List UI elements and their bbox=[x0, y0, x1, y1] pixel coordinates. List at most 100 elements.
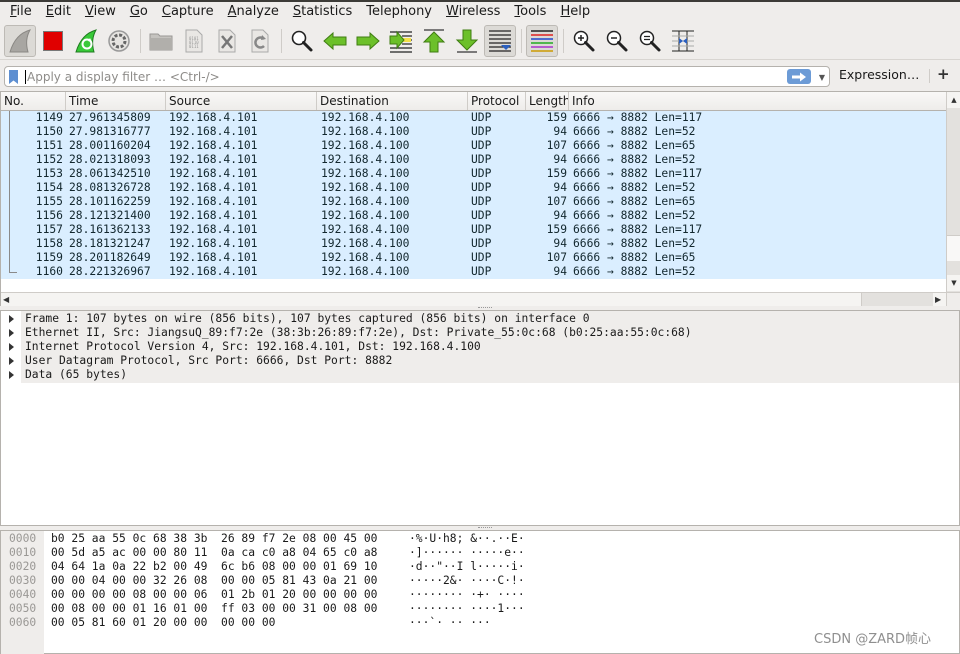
packet-row[interactable]: 1155 28.101162259 192.168.4.101 192.168.4.1… bbox=[1, 195, 946, 209]
bytes-ascii[interactable]: ···`· ·· ··· bbox=[409, 616, 491, 630]
menu-capture[interactable]: Capture bbox=[155, 3, 221, 21]
splitter-grip[interactable] bbox=[478, 527, 492, 528]
details-tree-item[interactable]: Frame 1: 107 bytes on wire (856 bits), 1… bbox=[1, 312, 960, 326]
packet-row[interactable]: 1160 28.221326967 192.168.4.101 192.168.4.1… bbox=[1, 265, 946, 279]
save-file-button[interactable]: 0101 0110 0111 bbox=[178, 25, 210, 57]
details-tree-item[interactable]: Ethernet II, Src: JiangsuQ_89:f7:2e (38:… bbox=[1, 326, 960, 340]
filter-history-dropdown[interactable]: ▼ bbox=[817, 70, 827, 84]
folder-icon bbox=[149, 33, 173, 50]
column-header-length[interactable]: Length bbox=[526, 92, 569, 110]
menu-tools[interactable]: Tools bbox=[507, 3, 553, 21]
menu-view[interactable]: View bbox=[78, 3, 123, 21]
expand-arrow-icon[interactable] bbox=[9, 357, 14, 365]
go-forward-button[interactable] bbox=[352, 25, 384, 57]
column-header-no[interactable]: No. bbox=[1, 92, 66, 110]
menu-statistics[interactable]: Statistics bbox=[286, 3, 359, 21]
bytes-ascii[interactable]: ·d··"··I l·····i· bbox=[409, 560, 525, 574]
details-item-label: Frame 1: 107 bytes on wire (856 bits), 1… bbox=[25, 312, 590, 325]
details-tree-item[interactable]: Data (65 bytes) bbox=[1, 368, 960, 382]
packet-row[interactable]: 1156 28.121321400 192.168.4.101 192.168.4.1… bbox=[1, 209, 946, 223]
start-capture-button[interactable] bbox=[4, 24, 36, 57]
bytes-hex[interactable]: 00 00 04 00 00 32 26 08 00 00 05 81 43 0… bbox=[51, 574, 377, 588]
last-packet-button[interactable] bbox=[451, 25, 483, 57]
packet-cell-info: 6666 → 8882 Len=117 bbox=[573, 111, 703, 124]
menu-file[interactable]: File bbox=[3, 3, 39, 21]
packet-row[interactable]: 1152 28.021318093 192.168.4.101 192.168.4.1… bbox=[1, 153, 946, 167]
expand-arrow-icon[interactable] bbox=[9, 329, 14, 337]
capture-options-button[interactable] bbox=[103, 25, 135, 57]
column-header-protocol[interactable]: Protocol bbox=[468, 92, 526, 110]
bytes-offset: 0000 bbox=[9, 532, 37, 545]
details-item-label: User Datagram Protocol, Src Port: 6666, … bbox=[25, 354, 393, 367]
normal-size-button[interactable] bbox=[634, 25, 666, 57]
expand-arrow-icon[interactable] bbox=[9, 371, 14, 379]
zoom-out-button[interactable] bbox=[601, 25, 633, 57]
details-tree-item[interactable]: Internet Protocol Version 4, Src: 192.16… bbox=[1, 340, 960, 354]
column-header-time[interactable]: Time bbox=[66, 92, 166, 110]
stop-capture-button[interactable] bbox=[37, 25, 69, 57]
bytes-row: 0050 00 08 00 00 01 16 01 00 ff 03 00 00 … bbox=[1, 602, 901, 616]
restart-capture-button[interactable] bbox=[70, 25, 102, 57]
bytes-hex[interactable]: 00 05 81 60 01 20 00 00 00 00 00 bbox=[51, 616, 275, 630]
scroll-up-arrow-icon[interactable]: ▲ bbox=[947, 92, 960, 108]
expand-arrow-icon[interactable] bbox=[9, 343, 14, 351]
packet-row[interactable]: 1154 28.081326728 192.168.4.101 192.168.4.1… bbox=[1, 181, 946, 195]
autoscroll-button[interactable] bbox=[484, 24, 516, 57]
scroll-right-arrow-icon[interactable]: ▶ bbox=[935, 293, 941, 306]
packet-list-horizontal-scrollbar[interactable]: ◀ ▶ bbox=[1, 292, 960, 306]
packet-cell-src: 192.168.4.101 bbox=[169, 111, 258, 124]
expand-arrow-icon[interactable] bbox=[9, 315, 14, 323]
close-file-button[interactable] bbox=[211, 25, 243, 57]
bytes-ascii[interactable]: ·····2&· ····C·!· bbox=[409, 574, 525, 588]
expression-button[interactable]: Expression… bbox=[839, 67, 919, 82]
zoom-in-button[interactable] bbox=[568, 25, 600, 57]
bytes-hex[interactable]: 00 08 00 00 01 16 01 00 ff 03 00 00 31 0… bbox=[51, 602, 377, 616]
packet-row[interactable]: 1158 28.181321247 192.168.4.101 192.168.4.1… bbox=[1, 237, 946, 251]
menu-edit[interactable]: Edit bbox=[39, 3, 78, 21]
column-header-info[interactable]: Info bbox=[569, 92, 946, 110]
scroll-down-arrow-icon[interactable]: ▼ bbox=[947, 275, 960, 291]
menu-go[interactable]: Go bbox=[123, 3, 155, 21]
splitter-grip[interactable] bbox=[478, 307, 492, 308]
add-filter-button[interactable]: + bbox=[937, 65, 950, 83]
resize-columns-button[interactable] bbox=[667, 25, 699, 57]
scrollbar-thumb[interactable] bbox=[861, 293, 933, 306]
bytes-hex[interactable]: b0 25 aa 55 0c 68 38 3b 26 89 f7 2e 08 0… bbox=[51, 532, 377, 546]
colorize-button[interactable] bbox=[526, 24, 558, 57]
packet-row[interactable]: 1149 27.961345809 192.168.4.101 192.168.4.1… bbox=[1, 111, 946, 125]
go-to-packet-button[interactable] bbox=[385, 25, 417, 57]
first-packet-button[interactable] bbox=[418, 25, 450, 57]
scrollbar-thumb[interactable] bbox=[947, 235, 960, 261]
packet-row[interactable]: 1153 28.061342510 192.168.4.101 192.168.4.1… bbox=[1, 167, 946, 181]
find-packet-button[interactable] bbox=[286, 25, 318, 57]
scroll-left-arrow-icon[interactable]: ◀ bbox=[3, 293, 9, 306]
menu-telephony[interactable]: Telephony bbox=[359, 3, 439, 21]
column-header-destination[interactable]: Destination bbox=[317, 92, 468, 110]
packet-cell-no: 1156 bbox=[35, 209, 63, 222]
menu-wireless[interactable]: Wireless bbox=[439, 3, 507, 21]
reload-file-button[interactable] bbox=[244, 25, 276, 57]
bytes-hex[interactable]: 00 00 00 00 08 00 00 06 01 2b 01 20 00 0… bbox=[51, 588, 377, 602]
menu-help[interactable]: Help bbox=[553, 3, 597, 21]
packet-row[interactable]: 1150 27.981316777 192.168.4.101 192.168.4.1… bbox=[1, 125, 946, 139]
apply-filter-button[interactable] bbox=[787, 69, 811, 84]
bytes-ascii[interactable]: ········ ····1··· bbox=[409, 602, 525, 616]
display-filter-input[interactable] bbox=[27, 68, 777, 85]
details-tree-item[interactable]: User Datagram Protocol, Src Port: 6666, … bbox=[1, 354, 960, 368]
go-back-button[interactable] bbox=[319, 25, 351, 57]
bytes-hex[interactable]: 00 5d a5 ac 00 00 80 11 0a ca c0 a8 04 6… bbox=[51, 546, 377, 560]
packet-row[interactable]: 1151 28.001160204 192.168.4.101 192.168.4.1… bbox=[1, 139, 946, 153]
packet-cell-time: 28.021318093 bbox=[69, 153, 151, 166]
bytes-ascii[interactable]: ········ ·+· ···· bbox=[409, 588, 525, 602]
display-filter-field[interactable]: ▼ bbox=[4, 66, 830, 87]
packet-row[interactable]: 1157 28.161362133 192.168.4.101 192.168.4.1… bbox=[1, 223, 946, 237]
menu-analyze[interactable]: Analyze bbox=[221, 3, 286, 21]
bytes-ascii[interactable]: ·]······ ·····e·· bbox=[409, 546, 525, 560]
packet-list-vertical-scrollbar[interactable]: ▲ ▼ bbox=[946, 92, 960, 292]
bytes-ascii[interactable]: ·%·U·h8; &··.··E· bbox=[409, 532, 525, 546]
open-file-button[interactable] bbox=[145, 25, 177, 57]
bytes-hex[interactable]: 04 64 1a 0a 22 b2 00 49 6c b6 08 00 00 0… bbox=[51, 560, 377, 574]
bookmark-icon[interactable] bbox=[9, 70, 18, 84]
packet-row[interactable]: 1159 28.201182649 192.168.4.101 192.168.4.1… bbox=[1, 251, 946, 265]
column-header-source[interactable]: Source bbox=[166, 92, 317, 110]
